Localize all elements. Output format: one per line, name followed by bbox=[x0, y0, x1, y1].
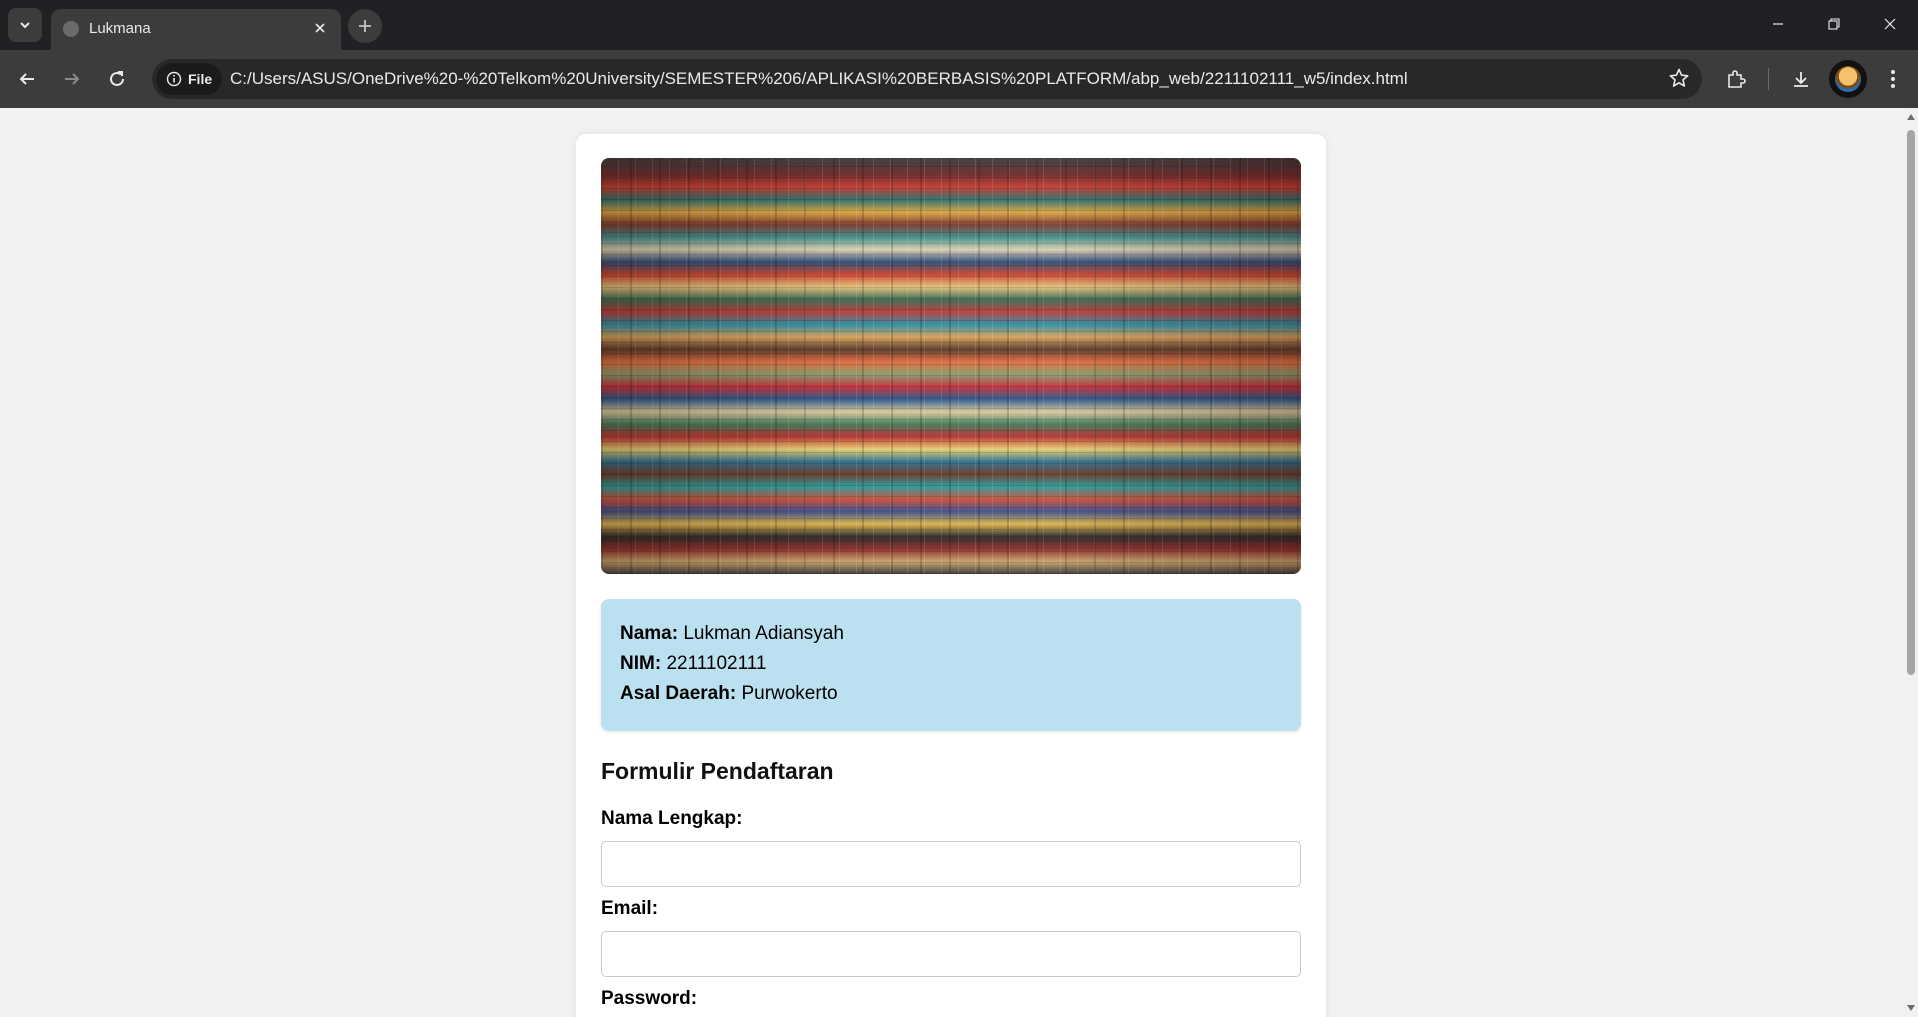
new-tab-button[interactable] bbox=[348, 9, 382, 43]
address-bar[interactable]: File C:/Users/ASUS/OneDrive%20-%20Telkom… bbox=[152, 59, 1702, 99]
tab-search-button[interactable] bbox=[8, 8, 42, 42]
nim-value: 2211102111 bbox=[666, 653, 767, 674]
more-vert-icon bbox=[1891, 70, 1895, 88]
toolbar-separator bbox=[1768, 68, 1769, 90]
close-icon bbox=[1884, 18, 1896, 30]
asal-value: Purwokerto bbox=[741, 683, 838, 704]
nama-lengkap-label: Nama Lengkap: bbox=[601, 808, 743, 829]
browser-toolbar: File C:/Users/ASUS/OneDrive%20-%20Telkom… bbox=[0, 50, 1918, 108]
close-window-button[interactable] bbox=[1862, 0, 1918, 48]
puzzle-icon bbox=[1728, 70, 1746, 88]
back-button[interactable] bbox=[10, 62, 44, 96]
page-scrollbar[interactable] bbox=[1904, 108, 1918, 1017]
url-text[interactable]: C:/Users/ASUS/OneDrive%20-%20Telkom%20Un… bbox=[230, 69, 1408, 89]
chevron-down-icon bbox=[20, 22, 30, 29]
file-chip-label: File bbox=[188, 71, 213, 87]
info-asal: Asal Daerah: Purwokerto bbox=[620, 683, 838, 705]
info-nama: Nama: Lukman Adiansyah bbox=[620, 623, 844, 645]
profile-info-box: Nama: Lukman Adiansyah NIM: 2211102111 A… bbox=[601, 599, 1301, 731]
arrow-right-icon bbox=[65, 73, 80, 85]
reload-icon bbox=[110, 71, 124, 86]
page-viewport: Nama: Lukman Adiansyah NIM: 2211102111 A… bbox=[0, 108, 1904, 1017]
books-hero-image bbox=[601, 158, 1301, 574]
arrow-left-icon bbox=[19, 73, 34, 85]
scroll-down-arrow-icon[interactable] bbox=[1907, 1005, 1915, 1011]
main-card: Nama: Lukman Adiansyah NIM: 2211102111 A… bbox=[576, 134, 1326, 1017]
downloads-button[interactable] bbox=[1784, 62, 1818, 96]
extensions-button[interactable] bbox=[1719, 62, 1753, 96]
scrollbar-thumb[interactable] bbox=[1907, 130, 1915, 675]
restore-icon bbox=[1828, 18, 1840, 30]
nama-label: Nama: bbox=[620, 623, 679, 644]
nim-label: NIM: bbox=[620, 653, 662, 674]
email-label: Email: bbox=[601, 898, 659, 919]
tab-title: Lukmana bbox=[89, 20, 151, 37]
menu-button[interactable] bbox=[1876, 62, 1910, 96]
download-icon bbox=[1794, 72, 1808, 87]
close-icon bbox=[315, 23, 325, 33]
asal-label: Asal Daerah: bbox=[620, 683, 737, 704]
minimize-button[interactable] bbox=[1750, 0, 1806, 48]
bookmark-star-button[interactable] bbox=[1668, 67, 1690, 94]
minimize-icon bbox=[1773, 23, 1783, 25]
info-icon bbox=[166, 71, 182, 87]
browser-titlebar: Lukmana bbox=[0, 0, 1918, 50]
reload-button[interactable] bbox=[100, 62, 134, 96]
avatar-image bbox=[1835, 66, 1861, 92]
email-input[interactable] bbox=[601, 931, 1301, 977]
forward-button[interactable] bbox=[55, 62, 89, 96]
plus-icon bbox=[359, 20, 371, 32]
scroll-up-arrow-icon[interactable] bbox=[1907, 114, 1915, 120]
star-icon bbox=[1669, 68, 1689, 87]
nama-value: Lukman Adiansyah bbox=[683, 623, 844, 644]
tab-close-button[interactable] bbox=[309, 17, 331, 39]
restore-button[interactable] bbox=[1806, 0, 1862, 48]
form-title: Formulir Pendaftaran bbox=[601, 758, 834, 784]
browser-tab[interactable]: Lukmana bbox=[51, 9, 341, 50]
globe-icon bbox=[63, 21, 79, 37]
password-label: Password: bbox=[601, 988, 698, 1009]
site-info-chip[interactable]: File bbox=[156, 63, 223, 95]
nama-lengkap-input[interactable] bbox=[601, 841, 1301, 887]
hero-image-texture bbox=[601, 158, 1301, 574]
info-nim: NIM: 2211102111 bbox=[620, 653, 766, 675]
profile-avatar[interactable] bbox=[1829, 60, 1867, 98]
